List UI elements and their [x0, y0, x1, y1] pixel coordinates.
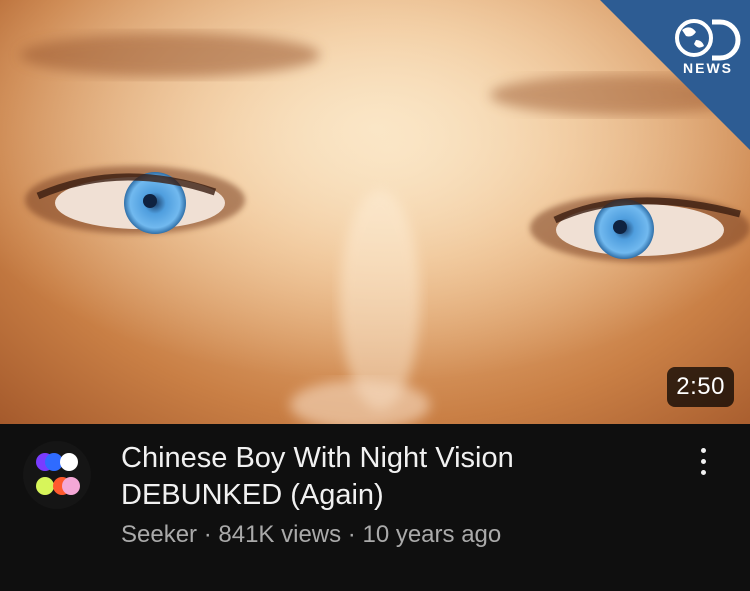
duration-badge: 2:50 — [667, 367, 734, 407]
logo-dot — [60, 453, 78, 471]
logo-dot — [62, 477, 80, 495]
kebab-dot — [701, 470, 706, 475]
video-title[interactable]: Chinese Boy With Night Vision DEBUNKED (… — [121, 440, 641, 514]
upload-age: 10 years ago — [362, 521, 502, 548]
separator: · — [347, 521, 356, 548]
video-subline: Seeker · 841K views · 10 years ago — [121, 520, 501, 550]
kebab-dot — [701, 448, 706, 453]
kebab-dot — [701, 459, 706, 464]
video-metadata: Chinese Boy With Night Vision DEBUNKED (… — [0, 424, 750, 591]
view-count: 841K views — [218, 521, 342, 548]
video-thumbnail[interactable]: NEWS 2:50 — [0, 0, 750, 424]
video-card[interactable]: NEWS 2:50 Chinese Boy With Night Vision … — [0, 0, 750, 591]
channel-avatar[interactable] — [23, 441, 91, 509]
more-vertical-icon[interactable] — [688, 444, 718, 480]
discovery-news-badge: NEWS — [600, 0, 750, 150]
channel-name[interactable]: Seeker — [121, 521, 197, 548]
news-badge-label: NEWS — [683, 60, 733, 76]
logo-dot — [36, 477, 54, 495]
separator: · — [203, 521, 212, 548]
